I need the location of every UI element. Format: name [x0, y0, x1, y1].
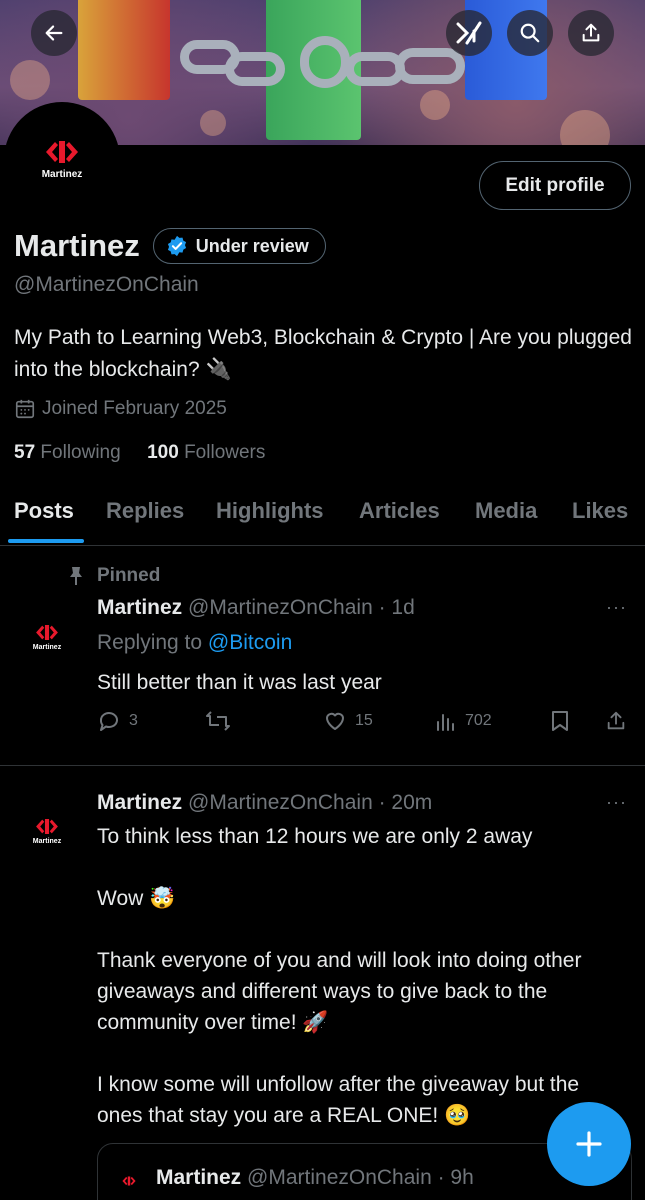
views-count: 702 [465, 712, 492, 729]
search-button[interactable] [507, 10, 553, 56]
verification-status-badge[interactable]: Under review [152, 228, 326, 264]
replying-to: Replying to @Bitcoin [97, 631, 292, 655]
grok-icon [456, 21, 482, 45]
post-avatar[interactable]: Martinez [26, 625, 68, 651]
like-count: 15 [355, 712, 373, 729]
reply-count: 3 [129, 712, 138, 729]
reply-target-link[interactable]: @Bitcoin [208, 631, 292, 654]
share-icon [582, 23, 600, 42]
following-count: 57 [14, 442, 36, 463]
pinned-label: Pinned [97, 565, 161, 586]
following-link[interactable]: 57 Following [14, 442, 121, 463]
share-icon [607, 711, 625, 730]
tab-posts[interactable]: Posts [14, 498, 74, 524]
like-icon [326, 712, 344, 730]
post-avatar[interactable]: Martinez [26, 819, 68, 845]
avatar-label: Martinez [41, 168, 83, 180]
post-handle-time: @MartinezOnChain · 20m [188, 791, 433, 814]
tab-media[interactable]: Media [475, 498, 537, 524]
verified-icon [167, 235, 186, 257]
search-icon [520, 23, 540, 43]
views-icon [437, 714, 454, 731]
profile-avatar[interactable]: Martinez [4, 102, 120, 218]
more-options-button[interactable]: ··· [606, 597, 627, 618]
profile-tabs: Posts Replies Highlights Articles Media … [0, 494, 645, 546]
post-avatar-label: Martinez [32, 838, 62, 845]
calendar-icon [15, 399, 35, 419]
share-button[interactable] [568, 10, 614, 56]
reply-button[interactable]: 3 [97, 709, 138, 733]
followers-label: Followers [184, 442, 266, 463]
followers-count: 100 [147, 442, 179, 463]
post-handle-time: @MartinezOnChain · 1d [188, 596, 415, 619]
martinez-logo-icon [36, 625, 58, 640]
post-text: Still better than it was last year [97, 671, 382, 694]
joined-date: Joined February 2025 [14, 398, 227, 420]
active-tab-indicator [8, 539, 84, 543]
pin-icon [70, 567, 82, 585]
post-text: To think less than 12 hours we are only … [97, 825, 582, 1127]
compose-button[interactable] [547, 1102, 631, 1186]
reply-prefix: Replying to [97, 631, 203, 654]
martinez-logo-icon [46, 140, 78, 163]
post-avatar-label: Martinez [32, 644, 62, 651]
following-label: Following [40, 442, 121, 463]
bookmark-icon [552, 711, 568, 731]
like-button[interactable]: 15 [323, 709, 373, 733]
pinned-post[interactable]: Pinned Martinez Martinez @MartinezOnChai… [0, 547, 645, 766]
quoted-handle-time: @MartinezOnChain · 9h [247, 1166, 474, 1189]
pinned-indicator: Pinned [67, 565, 160, 587]
review-badge-label: Under review [195, 235, 309, 256]
repost-icon [206, 711, 230, 731]
post-actions: 3 15 702 [97, 709, 632, 737]
more-options-button[interactable]: ··· [606, 792, 627, 813]
share-post-button[interactable] [605, 709, 635, 733]
martinez-logo-icon [36, 819, 58, 834]
views-button[interactable]: 702 [435, 709, 492, 733]
reply-icon [99, 712, 118, 731]
display-name: Martinez [14, 228, 140, 263]
compose-plus-icon [576, 1131, 602, 1157]
quoted-author: Martinez [156, 1166, 242, 1189]
back-button[interactable] [31, 10, 77, 56]
post-author[interactable]: Martinez [97, 596, 182, 619]
profile-handle: @MartinezOnChain [14, 273, 199, 296]
back-arrow-icon [45, 25, 63, 41]
joined-label: Joined February 2025 [42, 398, 227, 419]
tab-articles[interactable]: Articles [359, 498, 440, 524]
tab-highlights[interactable]: Highlights [216, 498, 324, 524]
profile-bio: My Path to Learning Web3, Blockchain & C… [14, 326, 632, 381]
tab-likes[interactable]: Likes [572, 498, 628, 524]
grok-button[interactable] [446, 10, 492, 56]
martinez-logo-icon [122, 1176, 136, 1186]
repost-button[interactable] [205, 709, 239, 733]
tab-replies[interactable]: Replies [106, 498, 184, 524]
bookmark-button[interactable] [549, 709, 579, 733]
post-author[interactable]: Martinez [97, 791, 182, 814]
followers-link[interactable]: 100 Followers [147, 442, 265, 463]
edit-profile-button[interactable]: Edit profile [479, 161, 631, 210]
